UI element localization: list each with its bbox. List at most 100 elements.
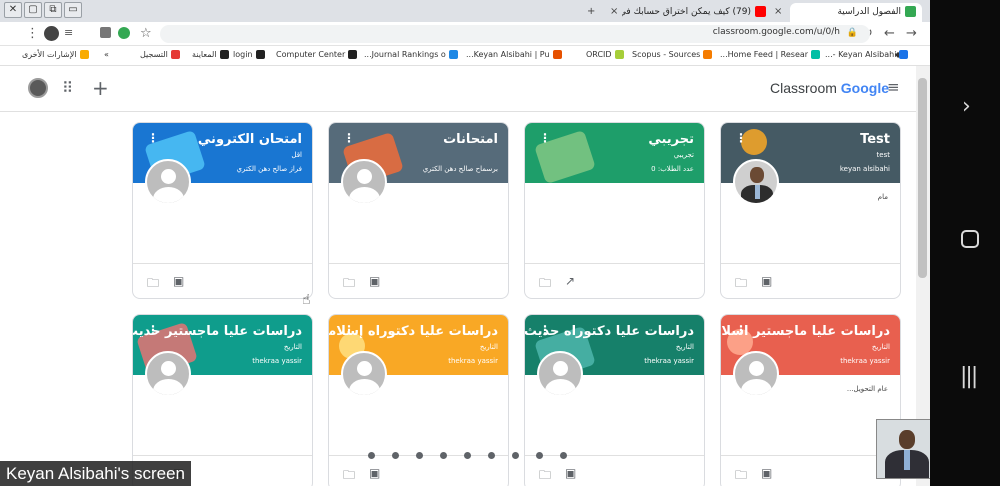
folder-icon[interactable]: 🗀 [539, 466, 551, 486]
class-section: التاريخ [479, 343, 498, 351]
window-restore-icon[interactable]: ⧉ [44, 2, 62, 18]
forward-arrow-icon[interactable]: ← [884, 26, 895, 41]
classroom-favicon-icon [905, 6, 916, 17]
class-title[interactable]: امتحان الكتروني [198, 132, 302, 147]
bookmark-keyan-scholar[interactable]: Keyan Alsibahi -... [825, 50, 909, 59]
pagination-dot[interactable] [536, 452, 543, 459]
bookmarks-bar: ◆ Keyan Alsibahi -... Home Feed | Resear… [0, 46, 930, 66]
class-title[interactable]: دراسات عليا ماجستير اسلامي [721, 324, 890, 339]
bookmark-publons[interactable]: Keyan Alsibahi | Pu... [466, 50, 562, 59]
url-field[interactable]: classroom.google.com/u/0/h 🔒 [160, 25, 870, 43]
add-class-button[interactable]: + [92, 76, 109, 100]
gradebook-icon[interactable]: ▣ [761, 466, 772, 480]
folder-icon[interactable]: 🗀 [343, 274, 355, 295]
tab-classroom[interactable]: الفصول الدراسية [790, 3, 922, 22]
teacher-avatar-placeholder [145, 351, 191, 397]
recent-apps-chevron-icon[interactable]: › [962, 94, 971, 119]
profile-avatar-icon[interactable] [44, 26, 59, 41]
folder-icon[interactable]: 🗀 [343, 466, 355, 486]
class-title[interactable]: دراسات عليا دكتوراه حديث [525, 324, 694, 339]
pagination-dot[interactable] [464, 452, 471, 459]
folder-icon[interactable]: 🗀 [735, 274, 747, 295]
folder-icon[interactable]: 🗀 [147, 274, 159, 295]
queue-music-icon[interactable]: ≡ [64, 26, 73, 39]
back-arrow-icon[interactable]: → [906, 26, 917, 41]
folder-icon[interactable]: 🗀 [735, 466, 747, 486]
bookmark-register[interactable]: التسجيل [140, 50, 180, 59]
tab-close-icon[interactable]: × [774, 6, 782, 17]
window-minimize-icon[interactable]: ▢ [24, 2, 42, 18]
class-teacher: keyan alsibahi [839, 165, 890, 173]
card-options-icon[interactable]: ⋮ [735, 131, 747, 145]
window-copy-icon[interactable]: ▭ [64, 2, 82, 18]
class-section: التاريخ [675, 343, 694, 351]
class-teacher: thekraa yassir [252, 357, 302, 365]
url-text: classroom.google.com/u/0/h [712, 27, 840, 37]
class-card-exams[interactable]: ⋮ امتحانات برسماح صالح دهن الكتري 🗀 ▣ [328, 122, 509, 299]
teacher-avatar-placeholder [733, 351, 779, 397]
bookmark-favicon-icon [255, 50, 265, 59]
recent-apps-icon[interactable]: ||| [960, 364, 978, 389]
card-options-icon[interactable]: ⋮ [343, 131, 355, 145]
google-apps-icon[interactable]: ⠿ [62, 79, 73, 97]
gradebook-icon[interactable]: ▣ [173, 274, 184, 288]
new-tab-button[interactable]: + [587, 6, 595, 17]
bookmark-favicon-icon [703, 50, 713, 59]
bookmark-computer-center[interactable]: Computer Center [276, 50, 358, 59]
bookmark-researchgate[interactable]: Home Feed | Resear... [720, 50, 821, 59]
pagination-dot[interactable] [560, 452, 567, 459]
pagination-dot[interactable] [368, 452, 375, 459]
home-button-icon[interactable] [961, 230, 979, 248]
bookmark-other-bookmarks[interactable]: الإشارات الأخرى [22, 50, 89, 59]
gradebook-icon[interactable]: ▣ [369, 274, 380, 288]
class-title[interactable]: دراسات عليا دكتوراه إسلامي [329, 324, 498, 339]
class-title[interactable]: تجريبي [648, 132, 694, 147]
pagination-dot[interactable] [416, 452, 423, 459]
card-options-icon[interactable]: ⋮ [539, 131, 551, 145]
tab-whatsapp-video[interactable]: (79) كيف يمكن اختراق حسابك في wh [622, 3, 772, 22]
pagination-dots[interactable] [368, 452, 578, 462]
scrollbar-thumb[interactable] [918, 78, 927, 278]
card-banner: ⋮ تجريبي تجريبي عدد الطلاب: 0 [525, 123, 704, 185]
bookmark-journal-rankings[interactable]: Journal Rankings o... [364, 50, 458, 59]
tab-close-icon[interactable]: × [610, 6, 618, 17]
screen-share-label: Keyan Alsibahi's screen [0, 461, 192, 486]
window-close-icon[interactable]: ✕ [4, 2, 22, 18]
class-title[interactable]: Test [860, 132, 890, 147]
class-card-trial[interactable]: ⋮ تجريبي تجريبي عدد الطلاب: 0 🗀 ↗ [524, 122, 705, 299]
extension-copy-icon[interactable] [100, 27, 111, 38]
bookmark-orcid[interactable]: ORCID [586, 50, 624, 59]
bookmark-star-icon[interactable]: ☆ [140, 26, 152, 41]
class-card-electronic-exam[interactable]: ⋮ امتحان الكتروني اقل فراز صالح دهن الكت… [132, 122, 313, 299]
gradebook-icon[interactable]: ▣ [761, 274, 772, 288]
class-card-test[interactable]: ⋮ Test test keyan alsibahi مام 🗀 ▣ [720, 122, 901, 299]
card-options-icon[interactable]: ⋮ [147, 131, 159, 145]
class-section: التاريخ [283, 343, 302, 351]
classroom-logo[interactable]: Classroom Google [770, 80, 889, 96]
gradebook-icon[interactable]: ▣ [565, 466, 576, 480]
class-title[interactable]: دراسات عليا ماجستير حديث [133, 324, 302, 339]
card-footer: 🗀 ▣ [133, 263, 312, 298]
extension-icon[interactable] [118, 27, 130, 39]
class-title[interactable]: امتحانات [443, 132, 498, 147]
pagination-dot[interactable] [512, 452, 519, 459]
classroom-header: ⠿ + Classroom Google ≡ [0, 66, 916, 112]
bookmark-preview[interactable]: المعاينة [192, 50, 229, 59]
lock-icon[interactable]: 🔒 [847, 28, 858, 38]
main-menu-icon[interactable]: ≡ [887, 78, 900, 96]
gradebook-icon[interactable]: ▣ [369, 466, 380, 480]
class-card-masters-islamic[interactable]: ⋮ دراسات عليا ماجستير اسلامي التاريخ the… [720, 314, 901, 486]
browser-menu-icon[interactable]: ⋮ [26, 26, 39, 41]
pagination-dot[interactable] [488, 452, 495, 459]
bookmark-login[interactable]: login [233, 50, 265, 59]
tab-strip: ✕ ▢ ⧉ ▭ + × (79) كيف يمكن اختراق حسابك ف… [0, 0, 930, 22]
bookmark-scopus[interactable]: Scopus - Sources [632, 50, 713, 59]
pagination-dot[interactable] [392, 452, 399, 459]
folder-icon[interactable]: 🗀 [539, 274, 551, 295]
class-section: تجريبي [673, 151, 694, 159]
bookmarks-overflow-icon[interactable]: » [104, 50, 109, 59]
pagination-dot[interactable] [440, 452, 447, 459]
trending-icon[interactable]: ↗ [565, 274, 575, 288]
account-avatar[interactable] [28, 78, 48, 98]
presenter-video-thumbnail[interactable] [876, 419, 930, 479]
